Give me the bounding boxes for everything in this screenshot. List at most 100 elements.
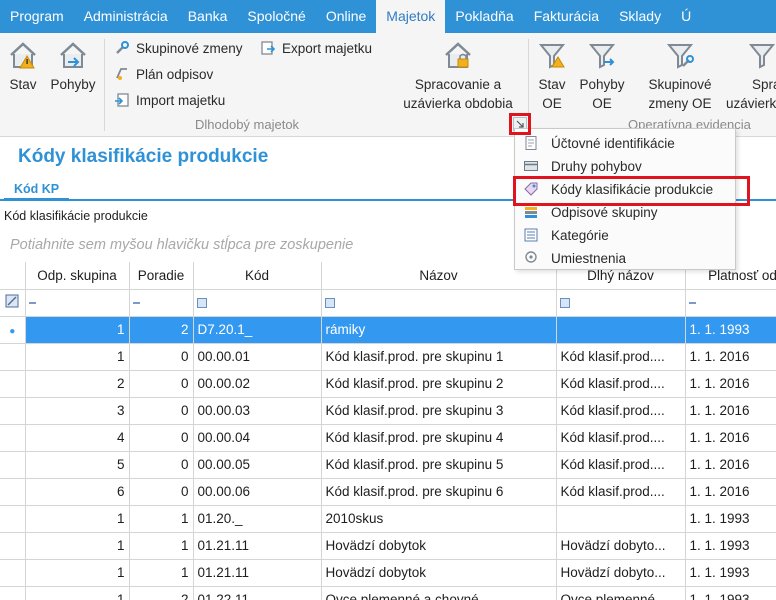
row-indicator[interactable] [0,343,26,371]
cell-nazov[interactable]: Ovce plemenné a chovné [321,586,557,600]
cell-kod[interactable]: 00.00.01 [193,343,322,371]
cell-nazov[interactable]: Kód klasif.prod. pre skupinu 3 [321,397,557,425]
row-indicator[interactable] [0,370,26,398]
table-row[interactable]: ● 1 2 D7.20.1_ rámiky 1. 1. 1993 [0,316,776,344]
cell-nazov[interactable]: Kód klasif.prod. pre skupinu 6 [321,478,557,506]
import-majetku-button[interactable]: Import majetku [114,92,225,108]
cell-odp-skupina[interactable]: 1 [25,505,130,533]
menu-tab-fakturacia[interactable]: Fakturácia [524,0,609,33]
row-indicator[interactable] [0,397,26,425]
cell-dlhy-nazov[interactable]: Kód klasif.prod.... [556,397,686,425]
cell-platnost-od[interactable]: 1. 1. 2016 [685,451,776,479]
cell-poradie[interactable]: 0 [129,370,194,398]
cell-dlhy-nazov[interactable]: Hovädzí dobyto... [556,532,686,560]
menu-tab-majetok[interactable]: Majetok [376,0,446,33]
cell-poradie[interactable]: 0 [129,478,194,506]
cell-poradie[interactable]: 1 [129,559,194,587]
menu-item-odpisove-skupiny[interactable]: Odpisové skupiny [515,201,735,223]
table-row[interactable]: 1 1 01.20._ 2010skus 1. 1. 1993 [0,505,776,533]
table-row[interactable]: 1 1 01.21.11 Hovädzí dobytok Hovädzí dobyto.… [0,559,776,587]
spracovanie-uzavierka-button[interactable]: Spracovanie a uzávierka obdobia [394,39,522,113]
row-indicator[interactable] [0,451,26,479]
menu-tab-pokladna[interactable]: Pokladňa [445,0,523,33]
cell-nazov[interactable]: Hovädzí dobytok [321,559,557,587]
cell-platnost-od[interactable]: 1. 1. 2016 [685,397,776,425]
cell-platnost-od[interactable]: 1. 1. 1993 [685,532,776,560]
cell-poradie[interactable]: 0 [129,397,194,425]
cell-odp-skupina[interactable]: 3 [25,397,130,425]
cell-platnost-od[interactable]: 1. 1. 2016 [685,370,776,398]
table-row[interactable]: 2 0 00.00.02 Kód klasif.prod. pre skupinu 2… [0,370,776,398]
cell-platnost-od[interactable]: 1. 1. 1993 [685,559,776,587]
menu-tab-spolocne[interactable]: Spoločné [237,0,315,33]
cell-poradie[interactable]: 0 [129,451,194,479]
filter-cell-kod[interactable] [193,289,322,317]
cell-dlhy-nazov[interactable] [556,505,686,533]
row-indicator[interactable] [0,505,26,533]
cell-kod[interactable]: 00.00.05 [193,451,322,479]
skupinove-zmeny-oe-button[interactable]: Skupinové zmeny OE [640,39,720,113]
menu-tab-sklady[interactable]: Sklady [609,0,671,33]
cell-platnost-od[interactable]: 1. 1. 1993 [685,316,776,344]
menu-item-druhy-pohybov[interactable]: Druhy pohybov [515,155,735,177]
cell-dlhy-nazov[interactable]: Kód klasif.prod.... [556,451,686,479]
filter-editor-button[interactable] [0,289,26,317]
skupinove-zmeny-button[interactable]: Skupinové zmeny [114,40,243,56]
cell-nazov[interactable]: Kód klasif.prod. pre skupinu 5 [321,451,557,479]
row-indicator[interactable] [0,532,26,560]
cell-poradie[interactable]: 1 [129,505,194,533]
cell-dlhy-nazov[interactable] [556,316,686,344]
table-row[interactable]: 3 0 00.00.03 Kód klasif.prod. pre skupinu 3… [0,397,776,425]
menu-item-uctovne-identifikacie[interactable]: Účtovné identifikácie [515,132,735,154]
cell-odp-skupina[interactable]: 2 [25,370,130,398]
menu-tab-online[interactable]: Online [316,0,376,33]
row-indicator[interactable]: ● [0,316,26,344]
cell-kod[interactable]: 01.21.11 [193,559,322,587]
table-row[interactable]: 1 0 00.00.01 Kód klasif.prod. pre skupinu 1… [0,343,776,371]
filter-cell-nazov[interactable] [321,289,557,317]
cell-poradie[interactable]: 2 [129,316,194,344]
export-majetku-button[interactable]: Export majetku [260,40,372,56]
row-indicator[interactable] [0,559,26,587]
menu-item-umiestnenia[interactable]: Umiestnenia [515,247,735,269]
cell-kod[interactable]: 00.00.02 [193,370,322,398]
cell-odp-skupina[interactable]: 1 [25,559,130,587]
table-row[interactable]: 6 0 00.00.06 Kód klasif.prod. pre skupinu 6… [0,478,776,506]
cell-dlhy-nazov[interactable]: Kód klasif.prod.... [556,370,686,398]
filter-cell-platnost-od[interactable] [685,289,776,317]
pohyby-button[interactable]: Pohyby [46,39,100,94]
stav-button[interactable]: Stav [6,39,40,94]
cell-dlhy-nazov[interactable]: Hovädzí dobyto... [556,559,686,587]
cell-kod[interactable]: 00.00.06 [193,478,322,506]
cell-platnost-od[interactable]: 1. 1. 1993 [685,505,776,533]
cell-nazov[interactable]: Kód klasif.prod. pre skupinu 4 [321,424,557,452]
filter-cell-odp-skupina[interactable] [25,289,130,317]
cell-nazov[interactable]: rámiky [321,316,557,344]
cell-nazov[interactable]: Kód klasif.prod. pre skupinu 1 [321,343,557,371]
row-indicator[interactable] [0,478,26,506]
cell-kod[interactable]: 01.21.11 [193,532,322,560]
menu-item-kody-klasifikacie-produkcie[interactable]: Kódy klasifikácie produkcie [515,178,735,200]
table-row[interactable]: 4 0 00.00.04 Kód klasif.prod. pre skupinu 4… [0,424,776,452]
cell-nazov[interactable]: 2010skus [321,505,557,533]
cell-kod[interactable]: 01.20._ [193,505,322,533]
cell-nazov[interactable]: Kód klasif.prod. pre skupinu 2 [321,370,557,398]
cell-kod[interactable]: 00.00.04 [193,424,322,452]
cell-odp-skupina[interactable]: 1 [25,586,130,600]
cell-nazov[interactable]: Hovädzí dobytok [321,532,557,560]
cell-platnost-od[interactable]: 1. 1. 1993 [685,586,776,600]
cell-platnost-od[interactable]: 1. 1. 2016 [685,424,776,452]
cell-kod[interactable]: 01.22.11 [193,586,322,600]
tab-kod-kp[interactable]: Kód KP [4,178,70,201]
row-indicator[interactable] [0,586,26,600]
cell-kod[interactable]: D7.20.1_ [193,316,322,344]
pohyby-oe-button[interactable]: Pohyby OE [574,39,630,113]
table-row[interactable]: 1 2 01.22.11 Ovce plemenné a chovné Ovce ple… [0,586,776,600]
cell-dlhy-nazov[interactable]: Kód klasif.prod.... [556,343,686,371]
table-row[interactable]: 5 0 00.00.05 Kód klasif.prod. pre skupinu 5… [0,451,776,479]
cell-poradie[interactable]: 0 [129,424,194,452]
column-header-poradie[interactable]: Poradie [129,262,194,290]
cell-odp-skupina[interactable]: 1 [25,343,130,371]
table-row[interactable]: 1 1 01.21.11 Hovädzí dobytok Hovädzí dobyto.… [0,532,776,560]
cell-kod[interactable]: 00.00.03 [193,397,322,425]
